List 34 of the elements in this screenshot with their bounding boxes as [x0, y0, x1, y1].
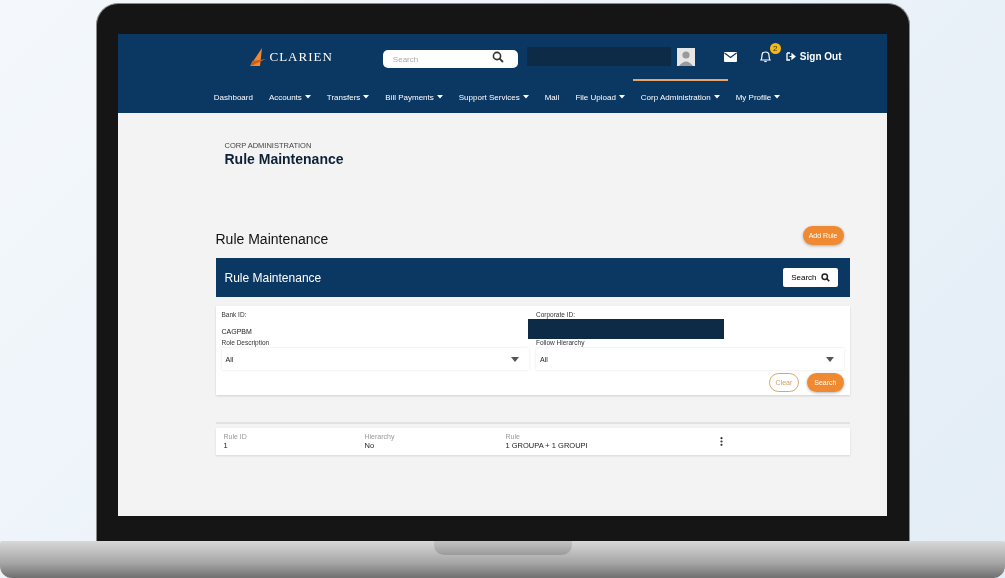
kebab-menu-icon[interactable]: [719, 437, 723, 446]
nav-menu-item[interactable]: Dashboard: [205, 79, 261, 113]
caret-icon: [363, 95, 370, 99]
search-icon: [820, 273, 830, 282]
nav-menu-item[interactable]: Bill Payments: [377, 79, 451, 113]
mail-icon[interactable]: [723, 51, 737, 62]
caret-icon: [436, 95, 443, 99]
nav-menu-item[interactable]: File Upload: [567, 79, 633, 113]
nav-menu-item[interactable]: My Profile: [727, 79, 789, 113]
section-title: Rule Maintenance: [215, 231, 329, 247]
sign-out-link[interactable]: Sign Out: [785, 51, 842, 62]
caret-icon: [774, 95, 781, 99]
sign-out-icon: [785, 52, 796, 61]
page-title: Rule Maintenance: [224, 151, 345, 167]
caret-icon: [713, 95, 720, 99]
avatar-icon[interactable]: [676, 47, 695, 66]
nav-menu-item[interactable]: Support Services: [450, 79, 537, 113]
nav-menu-item[interactable]: Mail: [536, 79, 568, 113]
sail-logo-icon: [247, 46, 268, 67]
nav-menu-item[interactable]: Accounts: [260, 79, 319, 113]
search-field[interactable]: Search: [382, 50, 518, 68]
bell-icon[interactable]: [758, 50, 772, 63]
caret-icon: [825, 356, 834, 362]
search-button[interactable]: Search: [783, 268, 838, 287]
panel-title: Rule Maintenance: [224, 270, 322, 285]
search-icon[interactable]: [491, 50, 504, 63]
notification-badge: 2: [769, 43, 781, 54]
caret-icon: [304, 95, 311, 99]
nav-menu-item[interactable]: Transfers: [318, 79, 378, 113]
logo-text: CLARIEN: [269, 48, 333, 65]
caret-icon: [618, 95, 625, 99]
caret-icon: [522, 95, 529, 99]
nav-menu-item[interactable]: Corp Administration: [632, 79, 728, 113]
caret-icon: [511, 356, 519, 362]
